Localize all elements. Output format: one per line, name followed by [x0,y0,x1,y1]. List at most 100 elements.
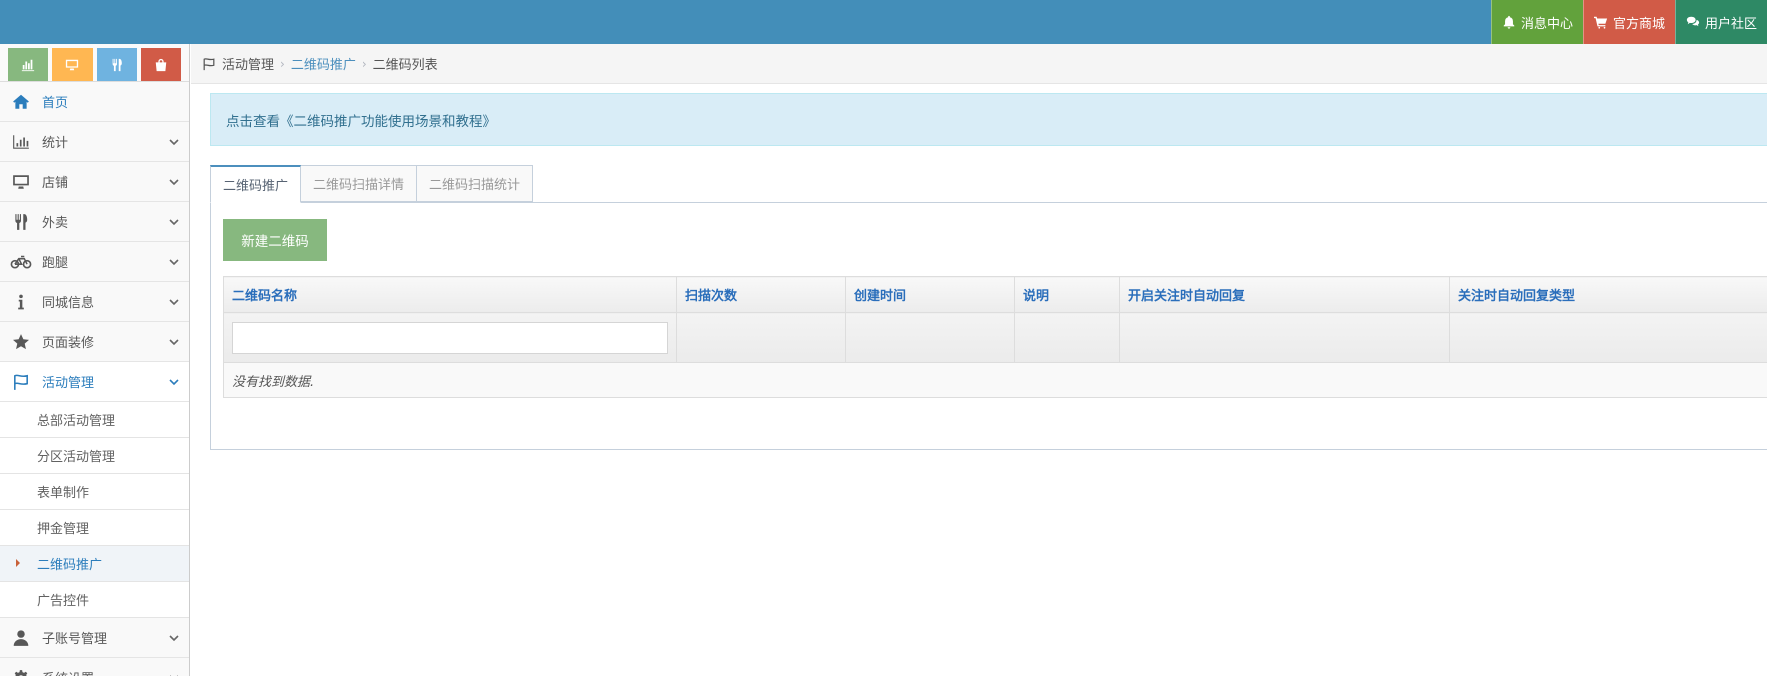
official-mall-label: 官方商城 [1612,16,1665,32]
sidebar-subitem-qrcode[interactable]: 二维码推广 [0,546,189,582]
message-center-button[interactable]: 消息中心 [1491,0,1583,44]
sidebar-subitem-region-activity[interactable]: 分区活动管理 [0,438,189,474]
tab-qrcode-promo[interactable]: 二维码推广 [210,165,302,203]
sidebar-subitem-form-builder[interactable]: 表单制作 [0,474,189,510]
chevron-down-icon [159,256,189,268]
breadcrumb-item[interactable]: 二维码推广 [291,54,356,73]
sidebar-subitem-label: 押金管理 [37,522,90,537]
tab-scan-stats[interactable]: 二维码扫描统计 [416,165,534,202]
sidebar-item-activity[interactable]: 活动管理 [0,362,189,402]
star-icon [0,333,42,351]
qrcode-grid: 二维码名称 扫描次数 创建时间 说明 开启关注时自动回复 关注时自动回复类型 没… [223,276,1767,398]
bag-icon [155,58,167,71]
chart-icon [22,59,35,71]
sidebar-item-label: 子账号管理 [42,632,108,647]
user-icon [0,629,42,647]
tab-scan-details[interactable]: 二维码扫描详情 [300,165,418,202]
sidebar-item-local-info[interactable]: 同城信息 [0,282,189,322]
desktop-icon [0,173,42,191]
user-community-button[interactable]: 用户社区 [1675,0,1767,44]
sidebar-item-takeout[interactable]: 外卖 [0,202,189,242]
caret-right-icon [16,559,20,567]
column-header-description[interactable]: 说明 [1014,276,1120,313]
desktop-icon [66,59,79,70]
name-filter-input[interactable] [232,321,668,354]
sidebar-item-label: 页面装修 [42,336,95,351]
sidebar-item-label: 外卖 [42,216,69,231]
chevron-down-icon [159,632,189,644]
sidebar-item-label: 跑腿 [42,256,69,271]
sidebar-subitem-label: 表单制作 [37,486,90,501]
sidebar-subitem-deposit[interactable]: 押金管理 [0,510,189,546]
filter-row [223,312,1767,363]
filter-cell [845,312,1015,363]
home-icon [0,93,42,111]
bar-chart-icon [0,133,42,151]
info-icon [0,293,42,311]
sidebar-item-label: 活动管理 [42,376,95,391]
sidebar-subitem-hq-activity[interactable]: 总部活动管理 [0,402,189,438]
chevron-down-icon [159,336,189,348]
breadcrumb-separator-icon: › [361,56,367,71]
utensils-icon [112,58,122,71]
sidebar-item-stats[interactable]: 统计 [0,122,189,162]
comments-icon [1686,16,1700,27]
shortcut-stats-button[interactable] [8,48,49,81]
fork-knife-icon [0,213,42,231]
empty-message: 没有找到数据. [223,362,1767,398]
shortcut-takeout-button[interactable] [96,48,137,81]
column-header-scans[interactable]: 扫描次数 [676,276,846,313]
tab-content: 新建二维码 二维码名称 扫描次数 创建时间 说明 开启关注时自动回复 关注时自动… [210,202,1767,450]
cart-icon [1593,16,1608,29]
user-community-label: 用户社区 [1704,16,1757,32]
sidebar-item-label: 同城信息 [42,296,95,311]
sidebar-item-system[interactable]: 系统设置 [0,658,189,676]
chevron-down-icon [159,672,189,676]
sidebar-item-page-design[interactable]: 页面装修 [0,322,189,362]
breadcrumb-current: 二维码列表 [372,58,438,73]
filter-cell [676,312,846,363]
info-alert: 点击查看《二维码推广功能使用场景和教程》 [210,93,1767,146]
sidebar-item-store[interactable]: 店铺 [0,162,189,202]
breadcrumb-item[interactable]: 活动管理 [222,54,274,73]
chevron-down-icon [159,176,189,188]
chevron-down-icon [159,376,189,388]
sidebar-item-label: 首页 [42,96,69,111]
sidebar-subitem-label: 分区活动管理 [37,450,116,465]
chevron-down-icon [159,216,189,228]
sidebar-item-home[interactable]: 首页 [0,82,189,122]
shortcut-shop-button[interactable] [140,48,181,81]
table-row: 没有找到数据. [223,362,1767,398]
filter-cell [1014,312,1120,363]
column-header-name[interactable]: 二维码名称 [223,276,677,313]
message-center-label: 消息中心 [1520,16,1573,32]
sidebar-subitem-label: 总部活动管理 [37,414,116,429]
chevron-down-icon [159,296,189,308]
bell-icon [1503,15,1515,29]
qrcode-table: 二维码名称 扫描次数 创建时间 说明 开启关注时自动回复 关注时自动回复类型 没… [223,276,1767,398]
shortcut-desktop-button[interactable] [52,48,93,81]
flag-icon [203,57,215,70]
qrcode-panel: 二维码推广 二维码扫描详情 二维码扫描统计 新建二维码 二维码名称 扫描次数 创… [210,165,1767,450]
top-navbar: 消息中心 官方商城 用户社区 [0,0,1767,44]
chevron-down-icon [159,136,189,148]
bicycle-icon [0,253,42,271]
new-qrcode-button[interactable]: 新建二维码 [223,219,327,261]
flag-icon [0,373,42,391]
sidebar-subitem-label: 广告控件 [37,594,90,609]
tutorial-link[interactable]: 点击查看《二维码推广功能使用场景和教程》 [226,110,496,130]
breadcrumb: 活动管理 › 二维码推广 › 二维码列表 [191,44,1767,84]
sidebar-item-label: 统计 [42,136,69,151]
sidebar: 首页 统计 店铺 外卖 跑腿 同城信息 页面装修 活动管理 总部活动管理 分区活… [0,44,190,676]
breadcrumb-separator-icon: › [280,56,285,71]
column-header-created[interactable]: 创建时间 [845,276,1015,313]
official-mall-button[interactable]: 官方商城 [1583,0,1675,44]
sidebar-item-subaccount[interactable]: 子账号管理 [0,618,189,658]
sidebar-subitem-label: 二维码推广 [37,558,103,573]
top-nav-buttons: 消息中心 官方商城 用户社区 [1491,0,1767,44]
sidebar-subitem-ad-widget[interactable]: 广告控件 [0,582,189,618]
sidebar-item-errand[interactable]: 跑腿 [0,242,189,282]
cog-icon [0,669,42,676]
filter-cell [223,312,677,363]
sidebar-item-label: 系统设置 [42,668,159,676]
